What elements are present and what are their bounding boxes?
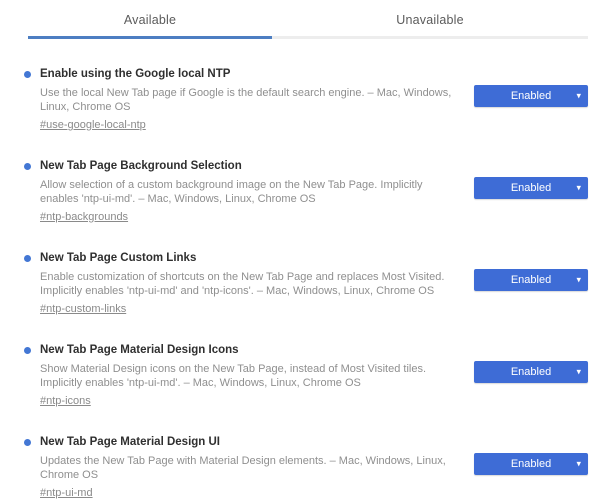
dropdown-caret-icon: ▾ — [576, 367, 581, 376]
flag-content: Enable using the Google local NTP Use th… — [24, 67, 462, 133]
flag-description: Show Material Design icons on the New Ta… — [40, 362, 462, 390]
flag-row-use-google-local-ntp: Enable using the Google local NTP Use th… — [24, 67, 588, 133]
flag-state-label: Enabled — [511, 366, 551, 378]
bullet-icon — [24, 255, 31, 262]
bullet-icon — [24, 439, 31, 446]
flag-state-dropdown[interactable]: Enabled ▾ — [474, 177, 588, 199]
flag-description: Allow selection of a custom background i… — [40, 178, 462, 206]
flag-content: New Tab Page Material Design Icons Show … — [24, 343, 462, 409]
flag-permalink[interactable]: #ntp-icons — [40, 395, 91, 407]
flag-permalink[interactable]: #ntp-ui-md — [40, 487, 93, 499]
flag-permalink[interactable]: #ntp-backgrounds — [40, 211, 128, 223]
flag-content: New Tab Page Material Design UI Updates … — [24, 435, 462, 501]
dropdown-caret-icon: ▾ — [576, 183, 581, 192]
dropdown-caret-icon: ▾ — [576, 459, 581, 468]
tab-unavailable[interactable]: Unavailable — [272, 8, 588, 39]
flag-row-ntp-custom-links: New Tab Page Custom Links Enable customi… — [24, 251, 588, 317]
flag-title: Enable using the Google local NTP — [40, 67, 462, 82]
flag-title: New Tab Page Custom Links — [40, 251, 462, 266]
flag-state-label: Enabled — [511, 458, 551, 470]
dropdown-caret-icon: ▾ — [576, 91, 581, 100]
flag-state-dropdown[interactable]: Enabled ▾ — [474, 269, 588, 291]
tab-bar: Available Unavailable — [28, 0, 588, 39]
flag-list: Enable using the Google local NTP Use th… — [0, 39, 600, 501]
flag-description: Use the local New Tab page if Google is … — [40, 86, 462, 114]
flag-row-ntp-ui-md: New Tab Page Material Design UI Updates … — [24, 435, 588, 501]
flag-state-label: Enabled — [511, 182, 551, 194]
flag-state-dropdown[interactable]: Enabled ▾ — [474, 453, 588, 475]
bullet-icon — [24, 71, 31, 78]
dropdown-caret-icon: ▾ — [576, 275, 581, 284]
flag-row-ntp-backgrounds: New Tab Page Background Selection Allow … — [24, 159, 588, 225]
flag-title: New Tab Page Material Design Icons — [40, 343, 462, 358]
flag-state-dropdown[interactable]: Enabled ▾ — [474, 361, 588, 383]
flag-state-label: Enabled — [511, 90, 551, 102]
bullet-icon — [24, 347, 31, 354]
flag-state-label: Enabled — [511, 274, 551, 286]
flag-state-dropdown[interactable]: Enabled ▾ — [474, 85, 588, 107]
flag-row-ntp-icons: New Tab Page Material Design Icons Show … — [24, 343, 588, 409]
flag-permalink[interactable]: #use-google-local-ntp — [40, 119, 146, 131]
flags-page: Available Unavailable Enable using the G… — [0, 0, 600, 500]
flag-title: New Tab Page Material Design UI — [40, 435, 462, 450]
flag-content: New Tab Page Custom Links Enable customi… — [24, 251, 462, 317]
flag-permalink[interactable]: #ntp-custom-links — [40, 303, 126, 315]
flag-description: Updates the New Tab Page with Material D… — [40, 454, 462, 482]
tab-available[interactable]: Available — [28, 8, 272, 39]
bullet-icon — [24, 163, 31, 170]
flag-title: New Tab Page Background Selection — [40, 159, 462, 174]
flag-content: New Tab Page Background Selection Allow … — [24, 159, 462, 225]
flag-description: Enable customization of shortcuts on the… — [40, 270, 462, 298]
